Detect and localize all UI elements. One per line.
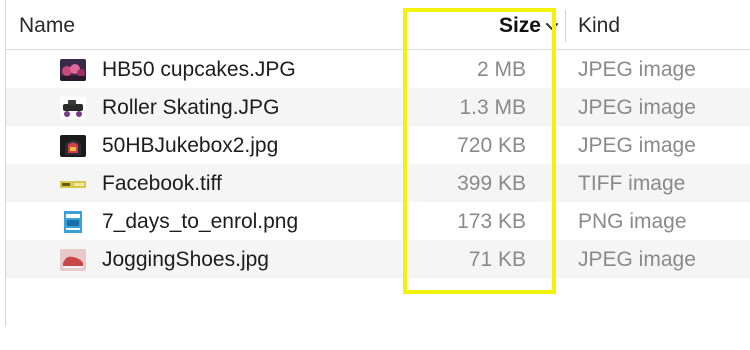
- photo-thumbnail-icon: [60, 249, 86, 271]
- file-row[interactable]: 50HBJukebox2.jpg 720 KB JPEG image: [6, 126, 750, 164]
- file-name: JoggingShoes.jpg: [102, 248, 269, 271]
- file-name: HB50 cupcakes.JPG: [102, 58, 296, 81]
- file-row[interactable]: JoggingShoes.jpg 71 KB JPEG image: [6, 240, 750, 278]
- column-divider[interactable]: [565, 10, 566, 42]
- file-kind: JPEG image: [578, 96, 696, 119]
- file-kind: TIFF image: [578, 172, 686, 195]
- finder-list-view: Name Size Kind HB50 cupcakes.JPG 2 MB JP…: [0, 0, 750, 350]
- file-kind: JPEG image: [578, 248, 696, 271]
- file-row[interactable]: 7_days_to_enrol.png 173 KB PNG image: [6, 202, 750, 240]
- image-thumbnail-icon: [60, 173, 86, 195]
- photo-thumbnail-icon: [60, 135, 86, 157]
- file-size: 1.3 MB: [459, 96, 526, 119]
- file-size: 720 KB: [457, 134, 526, 157]
- file-row[interactable]: Roller Skating.JPG 1.3 MB JPEG image: [6, 88, 750, 126]
- empty-row: [6, 278, 750, 316]
- file-row[interactable]: HB50 cupcakes.JPG 2 MB JPEG image: [6, 50, 750, 88]
- column-header-size[interactable]: Size: [411, 0, 559, 49]
- file-kind: PNG image: [578, 210, 687, 233]
- file-list: HB50 cupcakes.JPG 2 MB JPEG image Roller…: [6, 50, 750, 316]
- file-row[interactable]: Facebook.tiff 399 KB TIFF image: [6, 164, 750, 202]
- file-size: 173 KB: [457, 210, 526, 233]
- file-name: 50HBJukebox2.jpg: [102, 134, 279, 157]
- photo-thumbnail-icon: [60, 97, 86, 119]
- chevron-down-icon: [545, 0, 559, 52]
- file-name: Roller Skating.JPG: [102, 96, 280, 119]
- file-name: 7_days_to_enrol.png: [102, 210, 299, 233]
- column-header-bar: Name Size Kind: [6, 0, 750, 50]
- column-header-size-label: Size: [498, 14, 541, 37]
- file-name: Facebook.tiff: [102, 172, 222, 195]
- column-header-name[interactable]: Name: [19, 0, 75, 49]
- file-size: 399 KB: [457, 172, 526, 195]
- column-header-kind[interactable]: Kind: [578, 0, 620, 49]
- file-kind: JPEG image: [578, 134, 696, 157]
- file-kind: JPEG image: [578, 58, 696, 81]
- photo-thumbnail-icon: [60, 59, 86, 81]
- file-size: 2 MB: [476, 58, 526, 81]
- column-divider[interactable]: [404, 10, 405, 42]
- image-thumbnail-icon: [60, 211, 86, 233]
- window-bottom-area: [6, 326, 750, 350]
- file-size: 71 KB: [468, 248, 526, 271]
